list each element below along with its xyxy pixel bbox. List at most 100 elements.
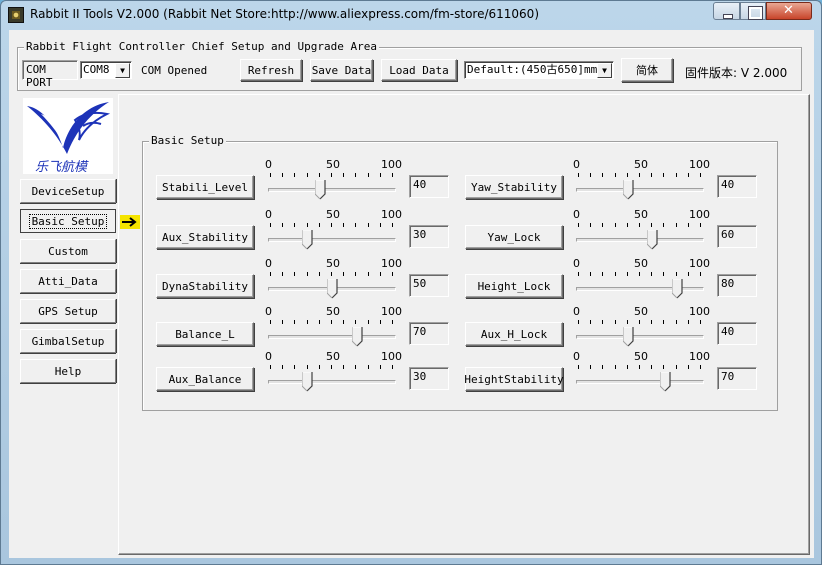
slider-tick xyxy=(700,365,701,369)
title-bar[interactable]: Rabbit II Tools V2.000 (Rabbit Net Store… xyxy=(1,1,821,29)
slider-tick xyxy=(590,223,592,227)
aux-stability-slider[interactable]: 0 50 100 xyxy=(265,208,402,252)
yaw-lock-button[interactable]: Yaw_Lock xyxy=(465,225,563,249)
heightstability-button[interactable]: HeightStability xyxy=(464,367,564,391)
slider-ticks xyxy=(578,272,702,276)
slider-thumb[interactable] xyxy=(622,327,634,347)
slider-tick xyxy=(282,365,284,369)
logo: 乐飞航模 xyxy=(23,98,113,175)
yaw-lock-slider[interactable]: 0 50 100 xyxy=(573,208,710,252)
slider-tick xyxy=(306,320,308,324)
slider-tick xyxy=(578,223,579,227)
slider-tick xyxy=(294,272,296,276)
sidebar-item-help[interactable]: Help xyxy=(20,359,116,383)
slider-thumb[interactable] xyxy=(351,327,363,347)
aux-balance-slider[interactable]: 0 50 100 xyxy=(265,350,402,394)
height-lock-button[interactable]: Height_Lock xyxy=(465,274,563,298)
close-button[interactable] xyxy=(766,2,812,20)
slider-tick xyxy=(687,173,689,177)
dropdown-arrow-icon[interactable]: ▼ xyxy=(115,63,130,78)
balance-l-value-field[interactable]: 70 xyxy=(409,322,449,345)
aux-h-lock-button[interactable]: Aux_H_Lock xyxy=(465,322,563,346)
slider-track[interactable] xyxy=(268,238,396,242)
scale-max-label: 100 xyxy=(689,158,710,171)
slider-tick xyxy=(639,320,640,324)
slider-track[interactable] xyxy=(268,188,396,192)
slider-tick xyxy=(355,320,357,324)
com-status-text: COM Opened xyxy=(141,64,208,77)
slider-tick xyxy=(602,365,604,369)
slider-thumb[interactable] xyxy=(302,230,313,250)
sidebar-item-gimbal-setup[interactable]: GimbalSetup xyxy=(20,329,116,353)
minimize-button[interactable] xyxy=(713,2,740,20)
slider-track[interactable] xyxy=(576,380,704,384)
dynastability-slider[interactable]: 0 50 100 xyxy=(265,257,402,301)
slider-tick xyxy=(590,173,592,177)
slider-thumb[interactable] xyxy=(327,279,338,299)
yaw-stability-value-field[interactable]: 40 xyxy=(717,175,757,198)
sidebar-item-basic-setup[interactable]: Basic Setup xyxy=(20,209,116,233)
aux-stability-button[interactable]: Aux_Stability xyxy=(156,225,254,249)
slider-tick xyxy=(318,272,320,276)
save-data-button[interactable]: Save Data xyxy=(310,59,373,81)
aux-h-lock-value-field[interactable]: 40 xyxy=(717,322,757,345)
dropdown-arrow-icon[interactable]: ▼ xyxy=(597,63,612,78)
slider-tick xyxy=(614,320,616,324)
maximize-button[interactable] xyxy=(740,2,766,20)
slider-track[interactable] xyxy=(268,335,396,339)
slider-track[interactable] xyxy=(576,188,704,192)
app-icon[interactable] xyxy=(8,7,24,23)
slider-tick xyxy=(700,223,701,227)
scale-mid-label: 50 xyxy=(634,305,648,318)
slider-track[interactable] xyxy=(576,335,704,339)
load-data-button[interactable]: Load Data xyxy=(381,59,457,81)
scale-mid-label: 50 xyxy=(326,257,340,270)
slider-track[interactable] xyxy=(576,287,704,291)
com-port-select[interactable]: COM8 ▼ xyxy=(80,61,132,79)
slider-thumb[interactable] xyxy=(647,230,658,250)
slider-ticks xyxy=(270,173,394,177)
slider-tick xyxy=(379,320,381,324)
language-button[interactable]: 简体 xyxy=(621,58,673,82)
aux-stability-value-field[interactable]: 30 xyxy=(409,225,449,248)
slider-track[interactable] xyxy=(268,380,396,384)
slider-thumb[interactable] xyxy=(622,180,634,200)
dynastability-value-field[interactable]: 50 xyxy=(409,274,449,297)
slider-tick xyxy=(626,320,628,324)
sidebar-item-custom[interactable]: Custom xyxy=(20,239,116,263)
slider-tick xyxy=(331,223,332,227)
yaw-lock-value-field[interactable]: 60 xyxy=(717,225,757,248)
sidebar-item-device-setup[interactable]: DeviceSetup xyxy=(20,179,116,203)
slider-tick xyxy=(651,320,653,324)
refresh-button[interactable]: Refresh xyxy=(240,59,302,81)
balance-l-slider[interactable]: 0 50 100 xyxy=(265,305,402,349)
slider-track[interactable] xyxy=(576,238,704,242)
heightstability-value-field[interactable]: 70 xyxy=(717,367,757,390)
sidebar-item-gps-setup[interactable]: GPS Setup xyxy=(20,299,116,323)
slider-tick xyxy=(294,173,296,177)
balance-l-button[interactable]: Balance_L xyxy=(156,322,254,346)
slider-tick xyxy=(331,320,332,324)
dynastability-button[interactable]: DynaStability xyxy=(156,274,254,298)
aux-balance-value-field[interactable]: 30 xyxy=(409,367,449,390)
slider-thumb[interactable] xyxy=(302,372,313,392)
preset-select[interactable]: Default:(450古650]mm F ▼ xyxy=(464,61,614,79)
aux-balance-button[interactable]: Aux_Balance xyxy=(156,367,254,391)
height-lock-value-field[interactable]: 80 xyxy=(717,274,757,297)
slider-thumb[interactable] xyxy=(672,279,683,299)
height-lock-slider[interactable]: 0 50 100 xyxy=(573,257,710,301)
slider-tick xyxy=(270,223,271,227)
aux-h-lock-slider[interactable]: 0 50 100 xyxy=(573,305,710,349)
sidebar-item-atti-data[interactable]: Atti_Data xyxy=(20,269,116,293)
yaw-stability-slider[interactable]: 0 50 100 xyxy=(573,158,710,202)
slider-tick xyxy=(687,272,689,276)
stabili-level-value-field[interactable]: 40 xyxy=(409,175,449,198)
client-area: Rabbit Flight Controller Chief Setup and… xyxy=(9,30,814,558)
firmware-version-text: 固件版本: V 2.000 xyxy=(685,66,788,80)
stabili-level-slider[interactable]: 0 50 100 xyxy=(265,158,402,202)
slider-thumb[interactable] xyxy=(314,180,326,200)
slider-thumb[interactable] xyxy=(659,372,671,392)
yaw-stability-button[interactable]: Yaw_Stability xyxy=(465,175,563,199)
stabili-level-button[interactable]: Stabili_Level xyxy=(156,175,254,199)
heightstability-slider[interactable]: 0 50 100 xyxy=(573,350,710,394)
